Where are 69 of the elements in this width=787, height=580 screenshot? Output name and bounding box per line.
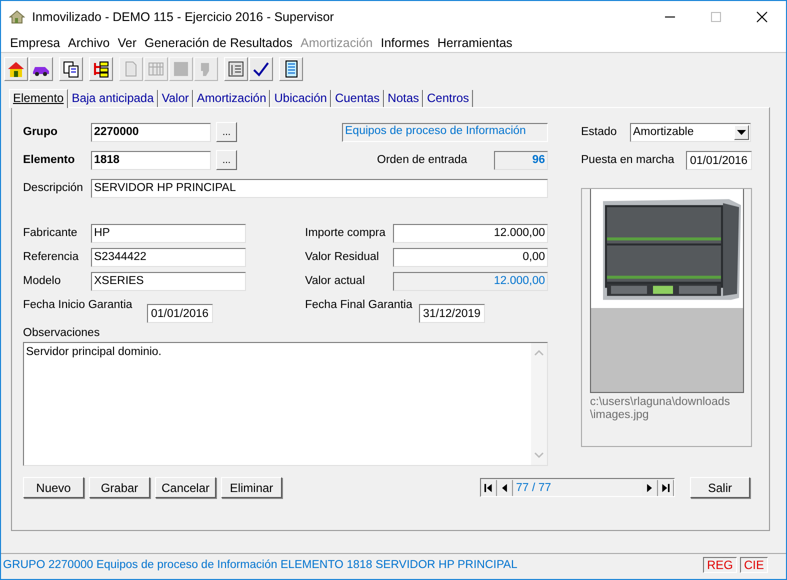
field-label: Puesta en marcha [581,154,676,166]
field-label: Descripción [23,182,84,194]
field-label: Importe compra [305,227,387,239]
tab[interactable]: Notas [384,90,424,107]
list-icon[interactable] [224,57,248,81]
field-label: Elemento [23,154,76,166]
action-button[interactable]: Eliminar [221,477,282,498]
amount-field[interactable]: 12.000,00 [393,224,548,242]
tab[interactable]: Ubicación [270,90,331,107]
menu-item[interactable]: Informes [380,36,436,50]
menu-item[interactable]: Archivo [67,36,117,50]
date-field[interactable]: 01/01/2016 [686,150,752,170]
tab[interactable]: Valor [158,90,193,107]
action-button[interactable]: Grabar [89,477,150,498]
status-dropdown[interactable]: Amortizable [630,122,751,142]
status-badge: REG [702,556,737,572]
field-label: Orden de entrada [377,154,468,166]
record-position: 77 / 77 [515,482,552,494]
action-button[interactable]: Cancelar [155,477,216,498]
copy-icon[interactable] [59,57,83,81]
menu-item[interactable]: Ver [116,36,144,50]
date-field[interactable]: 31/12/2019 [419,304,485,323]
car-icon[interactable] [29,57,53,81]
tree-icon[interactable] [89,57,113,81]
group-code-field[interactable]: 2270000 [91,122,211,142]
field-label: Valor Residual [305,251,380,263]
field-label: Grupo [23,126,58,138]
notebook-icon[interactable] [279,57,303,81]
text-field[interactable]: HP [91,224,246,242]
first-record-icon[interactable] [481,480,497,496]
text-field[interactable]: S2344422 [91,248,246,266]
close-icon[interactable] [756,11,768,23]
date-field[interactable]: 01/01/2016 [147,304,213,323]
field-label: Observaciones [23,327,101,339]
field-label: Fecha Inicio Garantia [23,299,134,311]
window-title: Inmovilizado - DEMO 115 - Ejercicio 2016 - Supervisor [32,10,334,24]
field-label: Valor actual [305,275,366,287]
menu-item[interactable]: Generación de Resultados [143,36,300,50]
notes-field[interactable]: Servidor principal dominio. [23,342,548,466]
tab[interactable]: Centros [423,90,474,107]
tab[interactable]: Baja anticipada [68,90,158,107]
group-name-field: Equipos de proceso de Información [342,122,548,142]
field-label: Referencia [23,251,80,263]
element-code-field[interactable]: 1818 [91,150,211,170]
tab[interactable]: Amortización [192,90,270,107]
field-label: Estado [581,126,618,138]
menu-item[interactable]: Empresa [9,36,68,50]
tab[interactable]: Cuentas [330,90,384,107]
description-field[interactable]: SERVIDOR HP PRINCIPAL [91,178,548,198]
text-field[interactable]: XSERIES [91,272,246,290]
exit-button[interactable]: Salir [690,477,750,498]
status-text: GRUPO 2270000 Equipos de proceso de Información ELEMENTO 1818 SERVIDOR HP PRINCIPAL [3,558,518,570]
field-label: Fabricante [23,227,78,239]
field-label: Modelo [23,275,62,287]
amount-field: 12.000,00 [393,272,548,290]
lookup-button[interactable]: ... [216,122,237,142]
image-path: c:\users\rlaguna\downloads \images.jpg [590,396,731,422]
check-icon[interactable] [249,57,273,81]
house-icon[interactable] [4,57,28,81]
status-badge: CIE [740,556,768,572]
field-label: Fecha Final Garantia [305,299,414,311]
entry-order-field: 96 [494,150,548,170]
tab[interactable]: Elemento [9,89,68,108]
app-icon [9,9,25,25]
action-button[interactable]: Nuevo [23,477,84,498]
amount-field[interactable]: 0,00 [393,248,548,266]
dropdown-arrow-icon[interactable] [737,130,746,134]
menu-item[interactable]: Herramientas [436,36,520,50]
lookup-button[interactable]: ... [216,150,237,170]
